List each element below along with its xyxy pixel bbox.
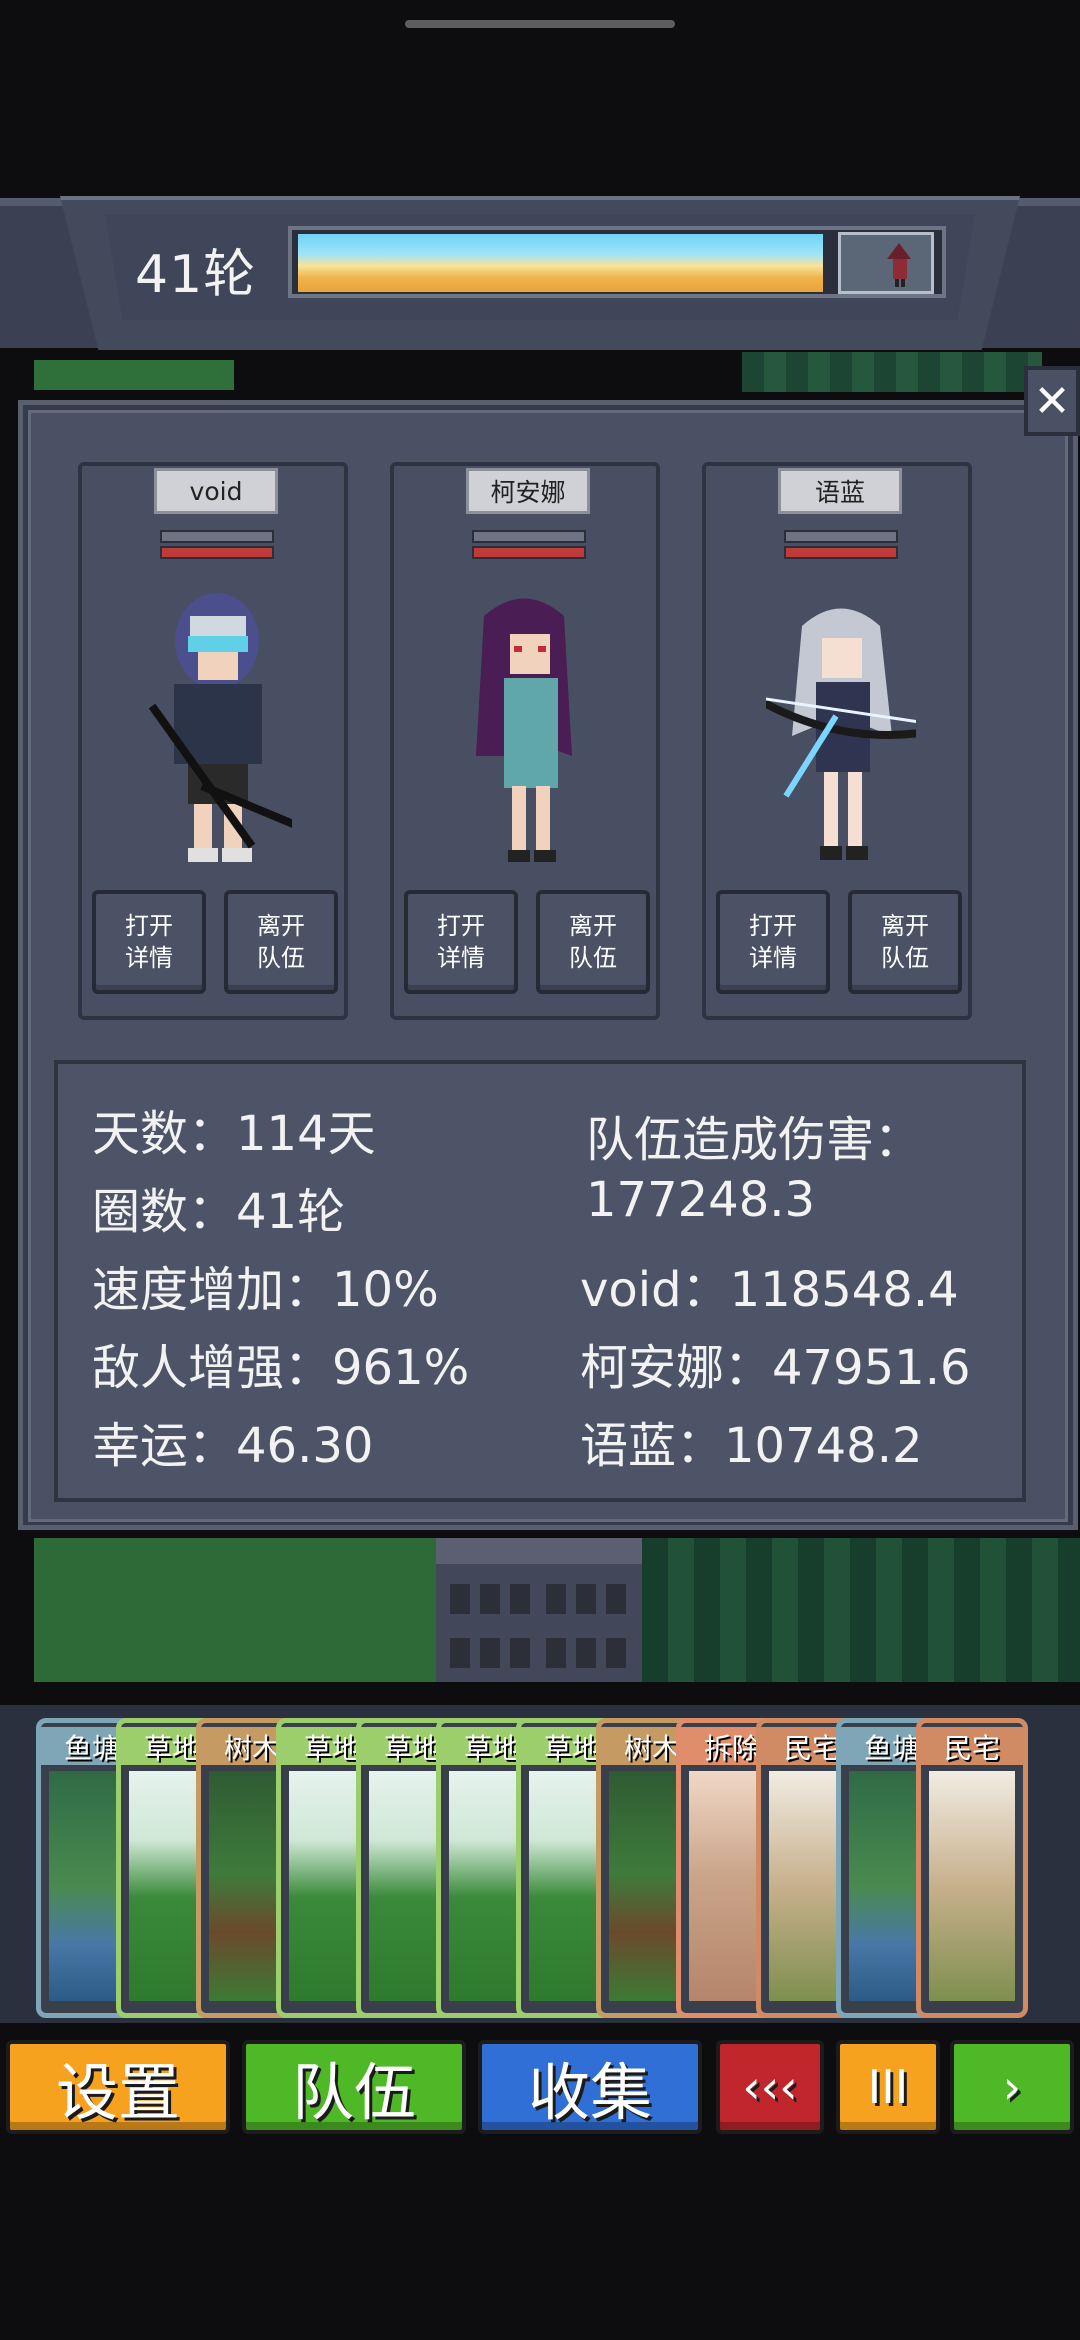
laps-stat: 圈数：41轮 — [92, 1184, 346, 1240]
keanna-character-sprite — [476, 598, 572, 862]
team-damage-label: 队伍造成伤害： — [586, 1112, 923, 1168]
void-damage-stat: void：118548.4 — [580, 1262, 959, 1318]
close-button[interactable]: ✕ — [1024, 366, 1080, 436]
settings-button[interactable]: 设置 — [6, 2040, 230, 2134]
luck-stat: 幸运：46.30 — [92, 1418, 374, 1474]
house-card[interactable]: 民宅 — [916, 1718, 1028, 2018]
mana-bar — [160, 530, 274, 543]
team-damage-value: 177248.3 — [586, 1172, 816, 1228]
board-grass-top-left — [34, 360, 234, 390]
open-details-button[interactable]: 打开 详情 — [92, 890, 206, 994]
leave-team-button[interactable]: 离开 队伍 — [848, 890, 962, 994]
character-card-void: void 打开 详情 离开 队伍 — [78, 462, 348, 1020]
character-name: void — [154, 468, 278, 514]
hero-marker-icon — [838, 232, 934, 294]
yulan-character-sprite — [766, 608, 916, 860]
board-trees-top-right — [742, 352, 1042, 392]
team-stats-box: 天数：114天 圈数：41轮 速度增加：10% 敌人增强：961% 幸运：46.… — [54, 1060, 1026, 1502]
mana-bar — [784, 530, 898, 543]
leave-team-button[interactable]: 离开 队伍 — [224, 890, 338, 994]
pause-button[interactable]: III — [836, 2040, 940, 2134]
round-progress-fill — [298, 234, 823, 292]
team-button[interactable]: 队伍 — [242, 2040, 466, 2134]
character-card-keanna: 柯安娜 打开 详情 离开 队伍 — [390, 462, 660, 1020]
character-card-yulan: 语蓝 打开 详情 离开 队伍 — [702, 462, 972, 1020]
open-details-button[interactable]: 打开 详情 — [716, 890, 830, 994]
days-stat: 天数：114天 — [92, 1106, 376, 1162]
health-bar — [784, 546, 898, 559]
leave-team-button[interactable]: 离开 队伍 — [536, 890, 650, 994]
speed-stat: 速度增加：10% — [92, 1262, 439, 1318]
rewind-button[interactable]: ‹‹‹ — [716, 2040, 824, 2134]
board-parking-area — [436, 1538, 642, 1682]
card-title: 民宅 — [921, 1727, 1023, 1765]
health-bar — [160, 546, 274, 559]
next-button[interactable]: › — [950, 2040, 1074, 2134]
open-details-button[interactable]: 打开 详情 — [404, 890, 518, 994]
mana-bar — [472, 530, 586, 543]
house-card-art — [929, 1771, 1015, 2001]
round-counter: 41轮 — [135, 245, 257, 305]
enemy-boost-stat: 敌人增强：961% — [92, 1340, 470, 1396]
character-name: 语蓝 — [778, 468, 902, 514]
health-bar — [472, 546, 586, 559]
collect-button[interactable]: 收集 — [478, 2040, 702, 2134]
board-forest-area — [642, 1538, 1080, 1682]
yulan-damage-stat: 语蓝：10748.2 — [580, 1418, 923, 1474]
board-grass-area — [34, 1538, 436, 1682]
character-name: 柯安娜 — [466, 468, 590, 514]
keanna-damage-stat: 柯安娜：47951.6 — [580, 1340, 971, 1396]
home-indicator — [405, 20, 675, 28]
void-character-sprite — [148, 593, 292, 862]
